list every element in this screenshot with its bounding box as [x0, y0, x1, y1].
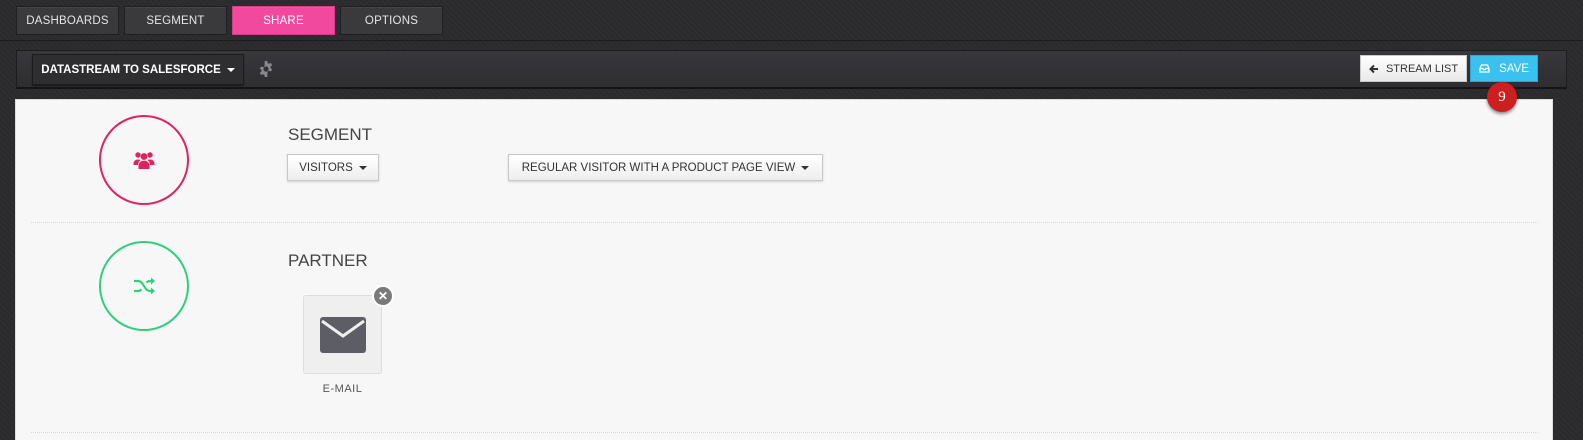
stream-config-panel: SEGMENT VISITORS REGULAR VISITOR WITH A …	[15, 99, 1553, 440]
save-button[interactable]: SAVE	[1470, 55, 1538, 82]
notification-badge[interactable]: 9	[1487, 82, 1517, 112]
segment-label: REGULAR VISITOR WITH A PRODUCT PAGE VIEW	[521, 161, 796, 174]
caret-down-icon	[226, 67, 235, 72]
segment-title: SEGMENT	[288, 125, 373, 144]
section-divider	[31, 222, 1538, 223]
visitor-type-dropdown[interactable]: VISITORS	[287, 154, 379, 181]
segment-ring	[99, 115, 189, 205]
tab-share[interactable]: SHARE	[232, 6, 335, 35]
partner-title: PARTNER	[288, 251, 368, 270]
top-nav: DASHBOARDS SEGMENT SHARE OPTIONS	[16, 6, 443, 35]
tab-dashboards[interactable]: DASHBOARDS	[16, 6, 119, 35]
save-label: SAVE	[1499, 62, 1529, 75]
visitor-type-label: VISITORS	[299, 161, 353, 174]
stream-selector-dropdown[interactable]: DATASTREAM TO SALESFORCE	[32, 54, 244, 85]
close-icon: ✕	[377, 289, 389, 303]
users-icon	[133, 152, 155, 169]
partner-ring	[99, 241, 189, 331]
envelope-icon	[319, 316, 366, 353]
stream-toolbar: DATASTREAM TO SALESFORCE STREAM LIST SAV…	[16, 50, 1567, 89]
section-divider	[31, 432, 1538, 433]
arrow-left-icon	[1369, 64, 1378, 73]
shuffle-icon	[134, 277, 155, 295]
segment-dropdown[interactable]: REGULAR VISITOR WITH A PRODUCT PAGE VIEW	[508, 154, 823, 181]
caret-down-icon	[358, 165, 367, 170]
tab-segment[interactable]: SEGMENT	[124, 6, 227, 35]
partner-email-card[interactable]	[303, 295, 382, 374]
partner-email-label: E-MAIL	[322, 383, 363, 395]
remove-partner-button[interactable]: ✕	[372, 285, 394, 307]
stream-selector-label: DATASTREAM TO SALESFORCE	[41, 63, 221, 76]
caret-down-icon	[801, 165, 810, 170]
inbox-icon	[1479, 64, 1490, 73]
stream-list-label: STREAM LIST	[1385, 62, 1459, 75]
nav-divider	[0, 40, 1583, 41]
stream-list-button[interactable]: STREAM LIST	[1360, 55, 1467, 82]
gear-icon[interactable]	[258, 61, 274, 77]
tab-options[interactable]: OPTIONS	[340, 6, 443, 35]
